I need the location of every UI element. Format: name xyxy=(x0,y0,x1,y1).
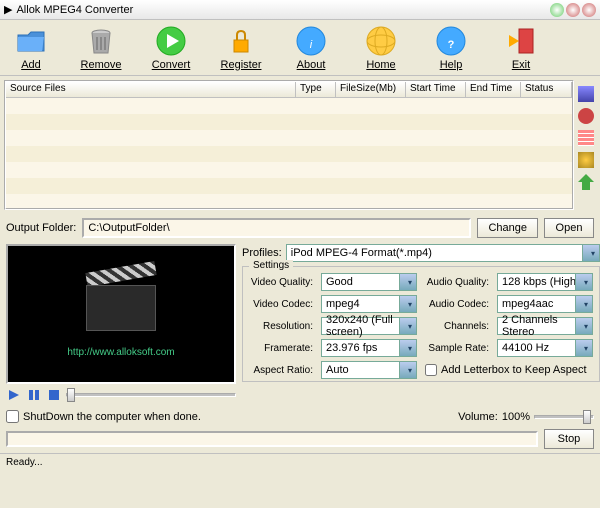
exit-button[interactable]: Exit xyxy=(496,22,546,73)
file-list-table[interactable]: Source Files Type FileSize(Mb) Start Tim… xyxy=(4,80,574,210)
stop-button[interactable]: Stop xyxy=(544,429,594,449)
table-body[interactable] xyxy=(6,98,572,210)
pause-button[interactable] xyxy=(26,388,42,402)
preview-url: http://www.alloksoft.com xyxy=(67,347,174,358)
aspect-label: Aspect Ratio: xyxy=(249,365,313,376)
channels-select[interactable]: 2 Channels Stereo xyxy=(497,317,593,335)
side-save-icon[interactable] xyxy=(578,86,594,102)
col-end[interactable]: End Time xyxy=(466,82,521,97)
table-header: Source Files Type FileSize(Mb) Start Tim… xyxy=(6,82,572,98)
help-icon: ? xyxy=(435,25,467,57)
channels-label: Channels: xyxy=(425,321,489,332)
app-title: Allok MPEG4 Converter xyxy=(16,4,133,16)
register-button[interactable]: Register xyxy=(216,22,266,73)
lock-icon xyxy=(225,25,257,57)
stop-playback-button[interactable] xyxy=(46,388,62,402)
letterbox-label: Add Letterbox to Keep Aspect xyxy=(441,364,587,376)
change-button[interactable]: Change xyxy=(477,218,538,238)
minimize-button[interactable] xyxy=(550,3,564,17)
clapperboard-icon xyxy=(86,271,156,331)
video-codec-select[interactable]: mpeg4 xyxy=(321,295,417,313)
play-button[interactable] xyxy=(6,388,22,402)
video-quality-label: Video Quality: xyxy=(249,277,313,288)
resolution-select[interactable]: 320x240 (Full screen) xyxy=(321,317,417,335)
sample-rate-label: Sample Rate: xyxy=(425,343,489,354)
help-button[interactable]: ? Help xyxy=(426,22,476,73)
letterbox-checkbox[interactable] xyxy=(425,364,437,376)
resolution-label: Resolution: xyxy=(249,321,313,332)
sample-rate-select[interactable]: 44100 Hz xyxy=(497,339,593,357)
main-toolbar: Add Remove Convert Register i About Home… xyxy=(0,20,600,76)
audio-quality-select[interactable]: 128 kbps (High) xyxy=(497,273,593,291)
output-folder-input[interactable] xyxy=(82,218,471,238)
folder-icon xyxy=(15,25,47,57)
col-start[interactable]: Start Time xyxy=(406,82,466,97)
side-toolbar xyxy=(576,80,596,210)
svg-text:?: ? xyxy=(448,39,455,51)
seek-slider[interactable] xyxy=(66,393,236,397)
title-bar: ▶ Allok MPEG4 Converter xyxy=(0,0,600,20)
volume-slider[interactable] xyxy=(534,415,594,419)
side-grid-icon[interactable] xyxy=(578,130,594,146)
convert-button[interactable]: Convert xyxy=(146,22,196,73)
framerate-select[interactable]: 23.976 fps xyxy=(321,339,417,357)
preview-area: http://www.alloksoft.com xyxy=(6,244,236,384)
info-icon: i xyxy=(295,25,327,57)
profiles-label: Profiles: xyxy=(242,247,282,259)
close-button[interactable] xyxy=(582,3,596,17)
settings-legend: Settings xyxy=(249,260,293,271)
side-add-icon[interactable] xyxy=(578,108,594,124)
home-button[interactable]: Home xyxy=(356,22,406,73)
volume-value: 100% xyxy=(502,411,530,423)
audio-codec-select[interactable]: mpeg4aac xyxy=(497,295,593,313)
video-codec-label: Video Codec: xyxy=(249,299,313,310)
shutdown-checkbox[interactable] xyxy=(6,410,19,423)
aspect-select[interactable]: Auto xyxy=(321,361,417,379)
col-type[interactable]: Type xyxy=(296,82,336,97)
open-button[interactable]: Open xyxy=(544,218,594,238)
maximize-button[interactable] xyxy=(566,3,580,17)
profiles-select[interactable]: iPod MPEG-4 Format(*.mp4) xyxy=(286,244,600,262)
col-filesize[interactable]: FileSize(Mb) xyxy=(336,82,406,97)
status-bar: Ready... xyxy=(0,453,600,471)
about-button[interactable]: i About xyxy=(286,22,336,73)
volume-label: Volume: xyxy=(458,411,498,423)
settings-fieldset: Settings Video Quality: Good Audio Quali… xyxy=(242,266,600,382)
progress-bar xyxy=(6,431,538,447)
play-icon xyxy=(155,25,187,57)
trash-icon xyxy=(85,25,117,57)
shutdown-label: ShutDown the computer when done. xyxy=(23,411,201,423)
audio-codec-label: Audio Codec: xyxy=(425,299,489,310)
col-status[interactable]: Status xyxy=(521,82,572,97)
framerate-label: Framerate: xyxy=(249,343,313,354)
audio-quality-label: Audio Quality: xyxy=(425,277,489,288)
add-button[interactable]: Add xyxy=(6,22,56,73)
output-folder-label: Output Folder: xyxy=(6,222,76,234)
video-quality-select[interactable]: Good xyxy=(321,273,417,291)
globe-icon xyxy=(365,25,397,57)
col-source[interactable]: Source Files xyxy=(6,82,296,97)
remove-button[interactable]: Remove xyxy=(76,22,126,73)
exit-icon xyxy=(505,25,537,57)
side-gear-icon[interactable] xyxy=(578,152,594,168)
app-icon: ▶ xyxy=(4,3,12,16)
side-refresh-icon[interactable] xyxy=(578,174,594,190)
